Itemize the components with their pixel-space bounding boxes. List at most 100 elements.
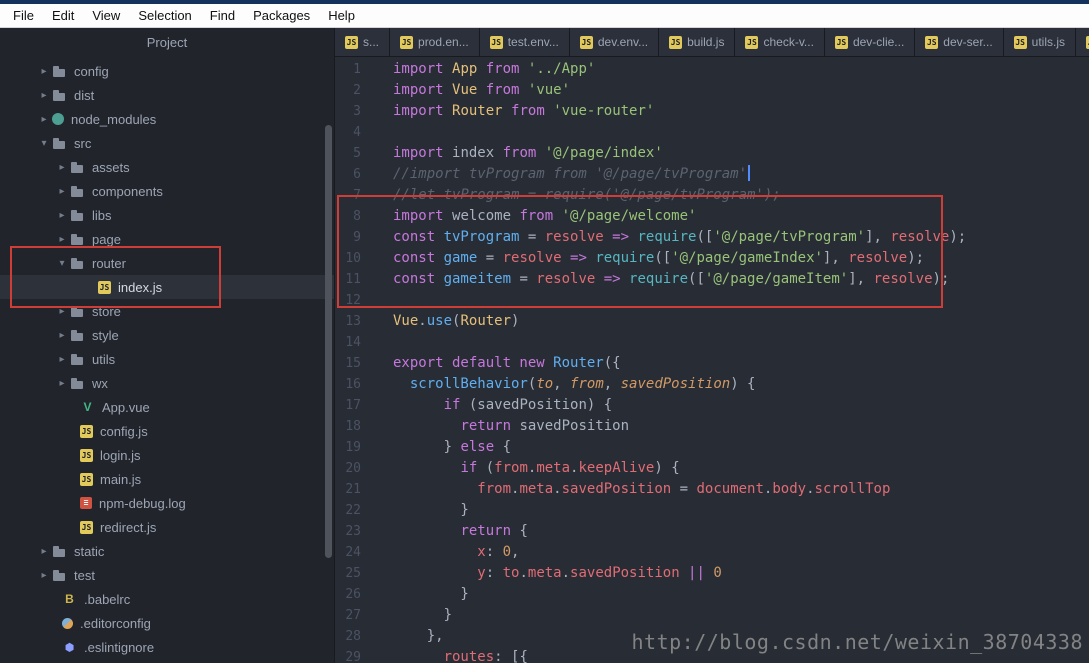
code-token: export default new <box>393 355 554 371</box>
code-token: resolve <box>544 229 613 245</box>
menu-help[interactable]: Help <box>319 8 364 23</box>
code-token: ([ <box>696 229 714 245</box>
tab-check-v...[interactable]: JS check-v... <box>735 28 825 56</box>
code-text: const tvProgram = resolve => require(['@… <box>393 227 1089 248</box>
code-token: = <box>519 271 537 287</box>
sidebar-scrollbar[interactable] <box>325 125 332 558</box>
code-line[interactable]: 1 import App from '../App' <box>335 59 1089 80</box>
code-line[interactable]: 17 if (savedPosition) { <box>335 395 1089 416</box>
tree-item-page[interactable]: ▸ page <box>0 227 334 251</box>
menu-file[interactable]: File <box>4 8 43 23</box>
code-line[interactable]: 5 import index from '@/page/index' <box>335 143 1089 164</box>
tree-item-.editorconfig[interactable]: .editorconfig <box>0 611 334 635</box>
menu-edit[interactable]: Edit <box>43 8 83 23</box>
tab-s...[interactable]: JS s... <box>335 28 391 56</box>
code-line[interactable]: 25 y: to.meta.savedPosition || 0 <box>335 563 1089 584</box>
menu-find[interactable]: Find <box>201 8 244 23</box>
code-line[interactable]: 18 return savedPosition <box>335 416 1089 437</box>
tree-item-login.js[interactable]: JS login.js <box>0 443 334 467</box>
tab-test.env...[interactable]: JS test.env... <box>479 28 570 56</box>
tab-label: s... <box>363 35 380 49</box>
code-line[interactable]: 24 x: 0, <box>335 542 1089 563</box>
code-line[interactable]: 4 <box>335 122 1089 143</box>
js-icon: JS <box>98 280 111 294</box>
code-line[interactable]: 20 if (from.meta.keepAlive) { <box>335 458 1089 479</box>
tree-item-redirect.js[interactable]: JS redirect.js <box>0 515 334 539</box>
tab-dev-clie...[interactable]: JS dev-clie... <box>824 28 916 56</box>
tree-item-node-modules[interactable]: ▸ node_modules <box>0 107 334 131</box>
tree-item-main.js[interactable]: JS main.js <box>0 467 334 491</box>
chevron-collapsed-icon: ▸ <box>41 113 47 125</box>
code-line[interactable]: 28 }, <box>335 626 1089 647</box>
tree-item-.babelrc[interactable]: B .babelrc <box>0 587 334 611</box>
code-line[interactable]: 12 <box>335 290 1089 311</box>
code-token: return <box>460 418 520 434</box>
line-number: 16 <box>345 377 361 392</box>
code-text: x: 0, <box>393 542 1089 563</box>
tab-build.js[interactable]: JS build.js <box>659 28 736 56</box>
tree-item-npm-debug.log[interactable]: ≡ npm-debug.log <box>0 491 334 515</box>
menu-selection[interactable]: Selection <box>129 8 200 23</box>
code-line[interactable]: 2 import Vue from 'vue' <box>335 80 1089 101</box>
tree-item-dist[interactable]: ▸ dist <box>0 83 334 107</box>
code-line[interactable]: 19 } else { <box>335 437 1089 458</box>
code-token: import <box>393 103 453 119</box>
tree-item-static[interactable]: ▸ static <box>0 539 334 563</box>
line-number: 19 <box>345 440 361 455</box>
code-line[interactable]: 29 routes: [{ <box>335 647 1089 663</box>
code-line[interactable]: 7 //let tvProgram = require('@/page/tvPro… <box>335 185 1089 206</box>
code-line[interactable]: 23 return { <box>335 521 1089 542</box>
tree-item-src[interactable]: ▾ src <box>0 131 334 155</box>
code-line[interactable]: 10 const game = resolve => require(['@/pa… <box>335 248 1089 269</box>
tree-item-.eslintignore[interactable]: ⬢ .eslintignore <box>0 635 334 659</box>
folder-icon <box>70 376 85 391</box>
menu-packages[interactable]: Packages <box>244 8 319 23</box>
code-line[interactable]: 8 import welcome from '@/page/welcome' <box>335 206 1089 227</box>
tree-item-wx[interactable]: ▸ wx <box>0 371 334 395</box>
tree-item-style[interactable]: ▸ style <box>0 323 334 347</box>
tab-dev.env...[interactable]: JS dev.env... <box>569 28 660 56</box>
line-number: 12 <box>345 293 361 308</box>
tab-vue-lo...[interactable]: JSvue-lo... <box>1076 28 1089 56</box>
tab-label: dev.env... <box>597 35 649 49</box>
tree-item-config.js[interactable]: JS config.js <box>0 419 334 443</box>
code-line[interactable]: 15 export default new Router({ <box>335 353 1089 374</box>
tree-item-app.vue[interactable]: V App.vue <box>0 395 334 419</box>
tab-utils.js[interactable]: JS utils.js <box>1003 28 1076 56</box>
tree-item-utils[interactable]: ▸ utils <box>0 347 334 371</box>
code-text: routes: [{ <box>393 647 1089 663</box>
tab-dev-ser...[interactable]: JS dev-ser... <box>915 28 1004 56</box>
code-line[interactable]: 26 } <box>335 584 1089 605</box>
code-line[interactable]: 6 //import tvProgram from '@/page/tvProgr… <box>335 164 1089 185</box>
code-token: from <box>511 103 554 119</box>
tree-item-components[interactable]: ▸ components <box>0 179 334 203</box>
code-line[interactable]: 14 <box>335 332 1089 353</box>
code-line[interactable]: 9 const tvProgram = resolve => require(['… <box>335 227 1089 248</box>
code-line[interactable]: 21 from.meta.savedPosition = document.bo… <box>335 479 1089 500</box>
code-line[interactable]: 27 } <box>335 605 1089 626</box>
code-editor[interactable]: 1 import App from '../App' 2 import Vue fro… <box>335 57 1089 663</box>
code-token: to <box>536 376 554 392</box>
tree-item-config[interactable]: ▸ config <box>0 59 334 83</box>
tree-item-libs[interactable]: ▸ libs <box>0 203 334 227</box>
code-line[interactable]: 22 } <box>335 500 1089 521</box>
code-text: import index from '@/page/index' <box>393 143 1089 164</box>
code-line[interactable]: 11 const gameitem = resolve => require(['… <box>335 269 1089 290</box>
code-line[interactable]: 16 scrollBehavior(to, from, savedPositio… <box>335 374 1089 395</box>
tree-item-assets[interactable]: ▸ assets <box>0 155 334 179</box>
tree-item-index.js[interactable]: JS index.js <box>0 275 334 299</box>
tree-item-store[interactable]: ▸ store <box>0 299 334 323</box>
tab-label: check-v... <box>763 35 814 49</box>
menu-view[interactable]: View <box>83 8 129 23</box>
code-line[interactable]: 3 import Router from 'vue-router' <box>335 101 1089 122</box>
tree-item-test[interactable]: ▸ test <box>0 563 334 587</box>
code-token: => <box>612 229 638 245</box>
tree-item-router[interactable]: ▾ router <box>0 251 334 275</box>
tab-prod.en...[interactable]: JS prod.en... <box>390 28 480 56</box>
code-line[interactable]: 13 Vue.use(Router) <box>335 311 1089 332</box>
code-token: => <box>603 271 630 287</box>
folder-icon <box>52 88 67 103</box>
